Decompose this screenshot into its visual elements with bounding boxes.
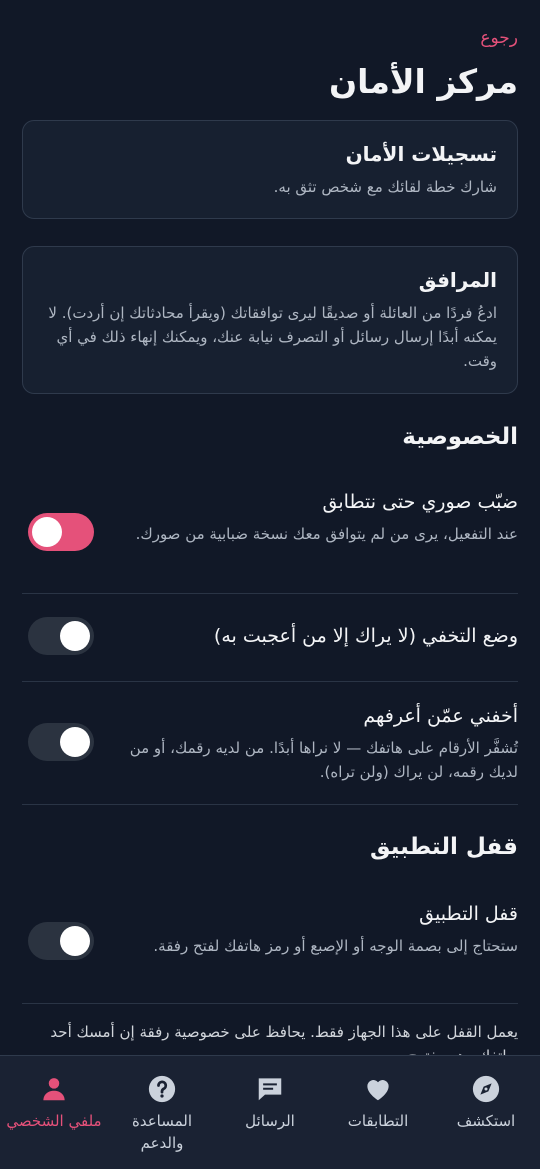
nav-label: الرسائل [245,1112,295,1130]
setting-description: عند التفعيل، يرى من لم يتوافق معك نسخة ض… [135,525,518,543]
person-icon [43,1078,65,1101]
compass-icon [472,1075,500,1103]
divider [22,681,518,682]
nav-item-profile[interactable]: ملفي الشخصي [0,1056,108,1169]
nav-item-matches[interactable]: التطابقات [324,1056,432,1169]
app-lock-toggle[interactable] [28,922,94,960]
incognito-toggle[interactable] [28,617,94,655]
privacy-item-incognito: وضع التخفي (لا يراك إلا من أعجبت به) [22,617,518,662]
nav-label: استكشف [456,1112,516,1130]
setting-title: قفل التطبيق [419,903,518,925]
nav-label: التطابقات [347,1112,409,1130]
help-icon [148,1075,176,1103]
blur-photos-toggle[interactable] [28,513,94,551]
toggle-knob [60,727,90,757]
heart-icon [367,1080,389,1101]
nav-item-help[interactable]: المساعدة والدعم [108,1056,216,1169]
privacy-section-title: الخصوصية [402,424,518,450]
setting-description: تُشفَّر الأرقام على هاتفك — لا نراها أبد… [129,739,518,781]
setting-description: ستحتاج إلى بصمة الوجه أو الإصبع أو رمز ه… [153,937,518,955]
divider [22,593,518,594]
nav-label: المساعدة والدعم [131,1112,193,1152]
page-title: مركز الأمان [328,62,518,101]
privacy-item-blur-photos: ضبّب صوري حتى نتطابق عند التفعيل، يرى من… [22,488,518,588]
nav-label: ملفي الشخصي [6,1112,102,1130]
app-lock-section-title: قفل التطبيق [370,834,518,860]
setting-title: وضع التخفي (لا يراك إلا من أعجبت به) [213,625,518,647]
nav-item-explore[interactable]: استكشف [432,1056,540,1169]
toggle-knob [60,621,90,651]
scroll-content[interactable]: رجوع مركز الأمان تسجيلات الأمان شارك خطة… [0,0,540,1055]
toggle-knob [32,517,62,547]
nav-item-messages[interactable]: الرسائل [216,1056,324,1169]
setting-title: أخفني عمّن أعرفهم [363,705,518,727]
divider [22,804,518,805]
safety-checkins-card[interactable]: تسجيلات الأمان شارك خطة لقائك مع شخص تثق… [22,120,518,219]
app-lock-footnote: يعمل القفل على هذا الجهاز فقط. يحافظ على… [50,1023,518,1055]
card-title: تسجيلات الأمان [345,142,497,166]
safety-center-page: رجوع مركز الأمان تسجيلات الأمان شارك خطة… [0,0,540,1169]
bottom-navigation: ملفي الشخصي المساعدة والدعم الرسائل التط… [0,1055,540,1169]
companion-card[interactable]: المرافق ادعُ فردًا من العائلة أو صديقًا … [22,246,518,394]
hide-contacts-toggle[interactable] [28,723,94,761]
chat-icon [258,1078,282,1101]
card-title: المرافق [418,268,497,292]
card-description: شارك خطة لقائك مع شخص تثق به. [273,178,497,196]
privacy-item-hide-contacts: أخفني عمّن أعرفهم تُشفَّر الأرقام على ها… [22,702,518,792]
card-description: ادعُ فردًا من العائلة أو صديقًا ليرى توا… [48,304,497,370]
divider [22,1003,518,1004]
toggle-knob [60,926,90,956]
app-lock-item: قفل التطبيق ستحتاج إلى بصمة الوجه أو الإ… [22,900,518,990]
back-link[interactable]: رجوع [480,28,518,48]
setting-title: ضبّب صوري حتى نتطابق [322,491,518,513]
